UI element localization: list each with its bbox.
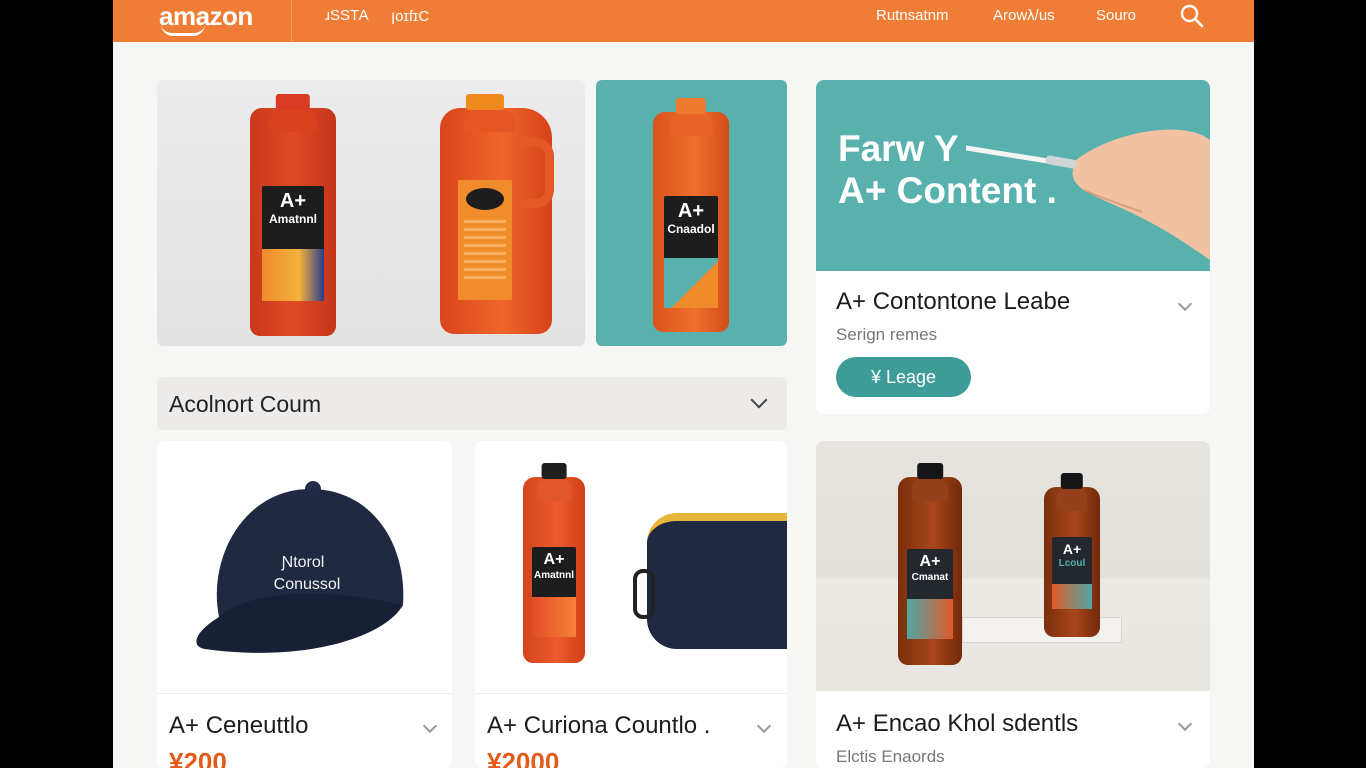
top-nav-bar: amazon ɹЅЅТА ꞁоɪfɪC Rutnsatnm Arowλ/us S… [113, 0, 1254, 42]
product-image-bottle-bag: A+ Amatnnl [475, 441, 787, 693]
page: amazon ɹЅЅТА ꞁоɪfɪC Rutnsatnm Arowλ/us S… [113, 0, 1254, 768]
logo-smile-icon [161, 24, 205, 36]
bottle-1-name: Amatnnl [268, 212, 317, 226]
bottle-3: A+ Cnaadol [653, 98, 729, 332]
product-2-title: A+ Curiona Countlo . [487, 712, 711, 739]
hero-image-teal-bottle[interactable]: A+ Cnaadol [596, 80, 787, 346]
feature-image-line-1: Farw Y [838, 128, 959, 169]
bottle-6: A+ Lcoul [1044, 473, 1100, 637]
feature-card[interactable]: Farw Y A+ Content . A+ Contontone Leabe … [816, 80, 1210, 414]
bottle-5-name: Cmanat [911, 572, 949, 583]
bottle-6-name: Lcoul [1058, 558, 1086, 569]
chevron-down-icon[interactable] [1177, 296, 1193, 312]
product-card-bottle-bag[interactable]: A+ Amatnnl A+ Curiona Countlo . ¥2000 [475, 441, 787, 768]
product-3-subtitle: Elctis Enaords [836, 747, 945, 766]
product-image-cap: Ɲtorol Conussol [157, 441, 452, 693]
product-card-cap[interactable]: Ɲtorol Conussol A+ Ceneuttlo ¥200 [157, 441, 452, 768]
category-dropdown[interactable]: Acolnort Coum [157, 377, 787, 430]
bottle-5: A+ Cmanat [898, 463, 962, 665]
bottle-1: A+ Amatnnl [250, 94, 336, 336]
bottle-3-grade: A+ [677, 200, 705, 222]
feature-card-image: Farw Y A+ Content . [816, 80, 1210, 271]
chevron-down-icon[interactable] [1177, 716, 1193, 732]
dropdown-label: Acolnort Coum [169, 391, 322, 417]
chevron-down-icon[interactable] [756, 718, 772, 734]
hero-image-bottles[interactable]: A+ Amatnnl [157, 80, 585, 346]
bottle-2-jug [440, 94, 554, 334]
product-1-title: A+ Ceneuttlo [169, 712, 309, 739]
cap-text-line-1: Ɲtorol [281, 554, 325, 571]
bottle-4-grade: A+ [543, 551, 565, 568]
nav-link-3[interactable]: Rutnsatnm [876, 7, 949, 24]
feature-card-subtitle: Serign remes [836, 325, 938, 344]
header-divider [291, 0, 292, 42]
hand-pen-illustration [966, 129, 1210, 260]
bottle-6-grade: A+ [1062, 541, 1082, 557]
bottle-5-grade: A+ [919, 553, 941, 570]
feature-card-title: A+ Contontone Leabe [836, 288, 1071, 315]
nav-link-5[interactable]: Souro [1096, 7, 1136, 24]
nav-link-2[interactable]: ꞁоɪfɪC [391, 7, 429, 25]
product-1-price: ¥200 [169, 747, 227, 768]
search-icon[interactable] [1179, 3, 1205, 29]
nav-link-4[interactable]: Arowλ/us [993, 7, 1055, 24]
chevron-down-icon[interactable] [422, 718, 438, 734]
leage-button[interactable]: ¥ Leage [836, 357, 971, 397]
bottle-3-name: Cnaadol [667, 222, 715, 236]
chevron-down-icon[interactable] [750, 391, 768, 409]
cap-text-line-2: Conussol [274, 576, 341, 593]
bottle-1-grade: A+ [279, 190, 307, 212]
product-2-price: ¥2000 [487, 747, 560, 768]
nav-link-1[interactable]: ɹЅЅТА [325, 7, 369, 24]
product-image-sauces: A+ Cmanat A+ Lcoul [816, 441, 1210, 691]
bottle-4: A+ Amatnnl [523, 463, 585, 663]
product-card-sauces[interactable]: A+ Cmanat A+ Lcoul A+ Encao Khol sdentls… [816, 441, 1210, 768]
bag-illustration [647, 513, 787, 649]
product-3-title: A+ Encao Khol sdentls [836, 710, 1079, 737]
bottle-4-name: Amatnnl [533, 570, 574, 581]
